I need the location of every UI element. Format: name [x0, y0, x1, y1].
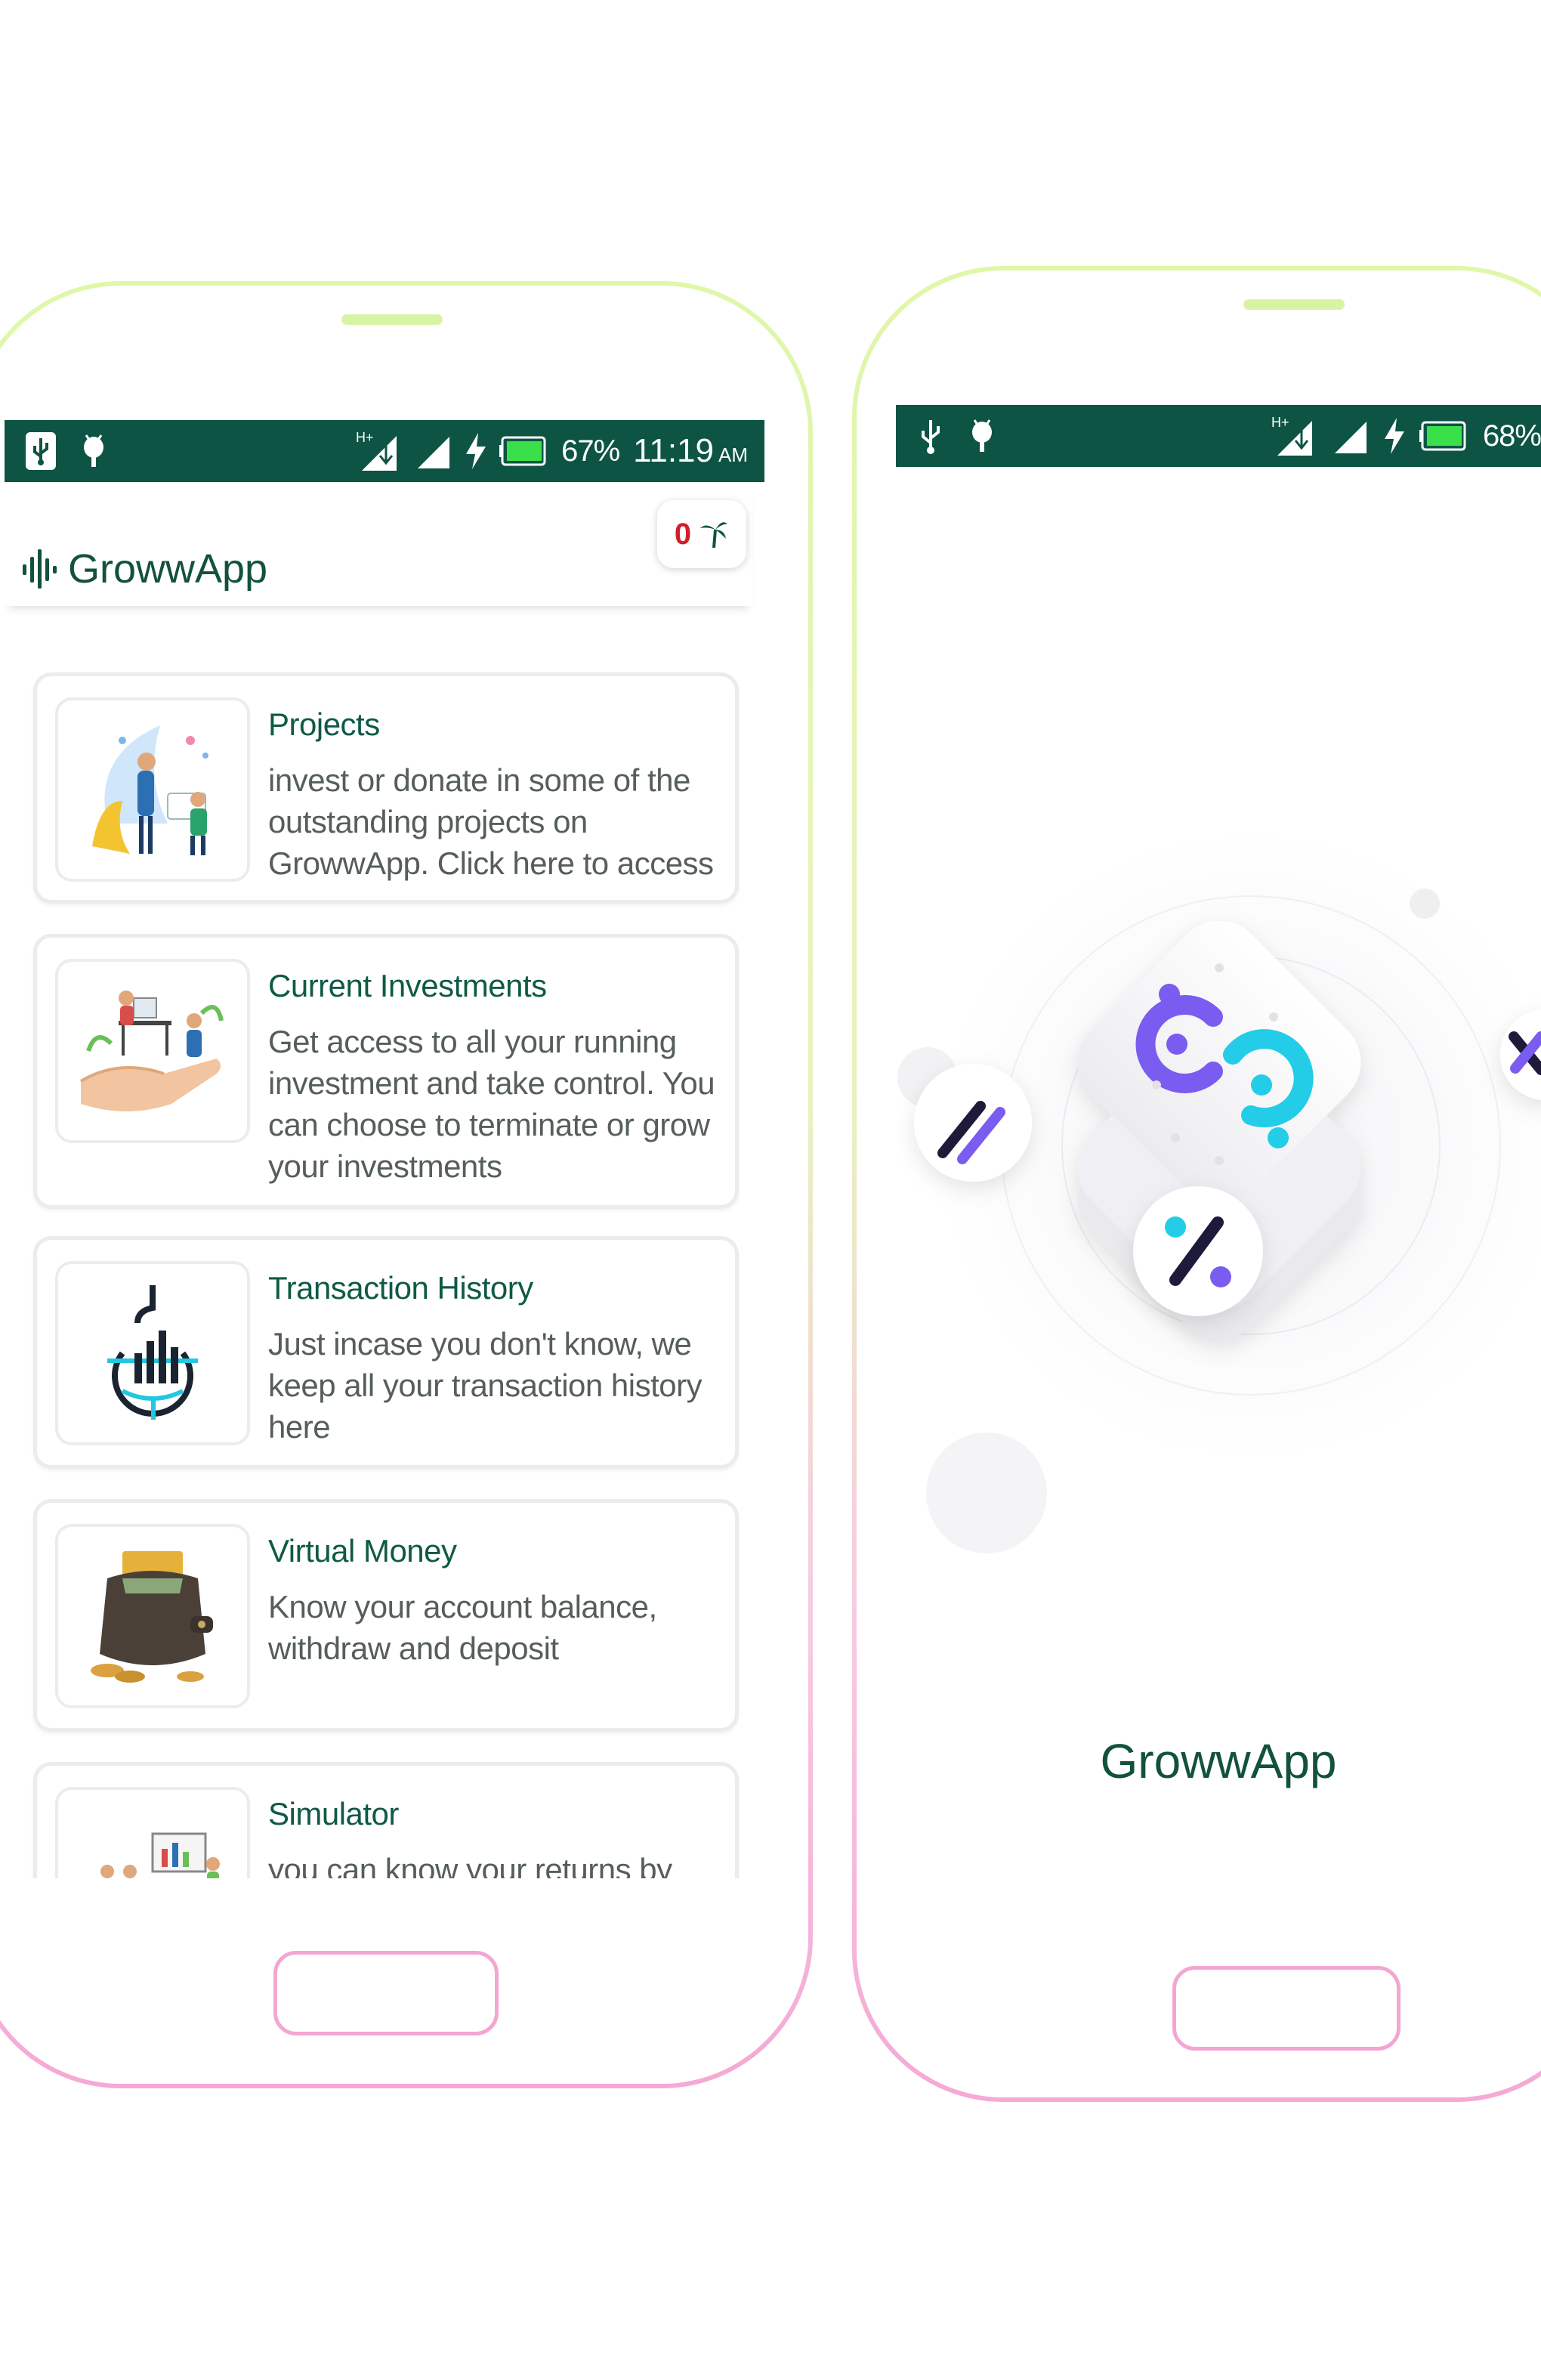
menu-card-transaction-history[interactable]: Transaction History Just incase you don'…: [33, 1236, 739, 1469]
card-description: Just incase you don't know, we keep all …: [268, 1326, 703, 1445]
equals-slash-icon: [914, 1064, 1032, 1182]
usb-icon: [919, 417, 943, 455]
cell-signal-icon: [1332, 417, 1370, 455]
app-brand[interactable]: GrowwApp: [21, 546, 267, 592]
right-phone-speaker: [1243, 299, 1345, 310]
battery-icon: [499, 436, 548, 466]
card-title: Current Investments: [268, 968, 547, 1003]
card-text-simulator: Simulator you can know your returns by: [268, 1796, 721, 1878]
people-working-illustration: [55, 697, 250, 882]
battery-icon: [1419, 421, 1468, 451]
charging-bolt-icon: [1384, 418, 1404, 454]
growwapp-logo-icon: [21, 546, 59, 592]
status-bar: H+ 68%: [896, 405, 1541, 467]
wallet-cash-illustration: [55, 1524, 250, 1708]
battery-percentage: 68%: [1482, 419, 1541, 453]
mobile-data-signal-icon: H+: [1271, 415, 1317, 457]
notification-button[interactable]: 0: [657, 500, 746, 568]
card-title: Projects: [268, 706, 380, 742]
clock-time: 11:19: [633, 432, 714, 469]
card-description: Get access to all your running investmen…: [268, 1024, 715, 1184]
card-text-transaction-history: Transaction History Just incase you don'…: [268, 1270, 721, 1448]
left-phone-home-button[interactable]: [273, 1951, 499, 2035]
network-type-text: H+: [1271, 415, 1289, 430]
network-type-text: H+: [356, 430, 374, 445]
menu-card-projects[interactable]: Projects invest or donate in some of the…: [33, 672, 739, 904]
card-text-virtual-money: Virtual Money Know your account balance,…: [268, 1533, 721, 1669]
android-bug-icon: [80, 432, 107, 470]
cell-signal-icon: [415, 432, 452, 470]
card-text-current-investments: Current Investments Get access to all yo…: [268, 968, 721, 1187]
bar-chart-history-icon: [55, 1261, 250, 1445]
card-description: invest or donate in some of the outstand…: [268, 762, 714, 881]
usb-icon: [24, 431, 57, 471]
app-bar: GrowwApp 0: [5, 482, 752, 606]
card-description: you can know your returns by: [268, 1852, 672, 1878]
charging-bolt-icon: [466, 433, 486, 469]
app-title: GrowwApp: [68, 546, 268, 592]
android-bug-icon: [968, 417, 996, 455]
right-phone-home-button[interactable]: [1172, 1966, 1400, 2051]
menu-card-current-investments[interactable]: Current Investments Get access to all yo…: [33, 934, 739, 1209]
card-title: Virtual Money: [268, 1533, 457, 1569]
splash-title: GrowwApp: [1100, 1734, 1337, 1788]
clock-ampm: AM: [718, 444, 748, 466]
right-phone-screen: H+ 68% GrowwApp: [896, 405, 1541, 1924]
left-phone-screen: H+ 67% 11:19 AM GrowwApp 0 Projects inve…: [5, 420, 764, 1878]
card-title: Transaction History: [268, 1270, 533, 1306]
battery-percentage: 67%: [561, 434, 620, 468]
palm-tree-icon: [699, 519, 729, 549]
presentation-illustration: [55, 1787, 250, 1878]
decor-dot: [926, 1433, 1047, 1553]
card-text-projects: Projects invest or donate in some of the…: [268, 706, 721, 884]
menu-card-simulator[interactable]: Simulator you can know your returns by: [33, 1762, 739, 1878]
card-description: Know your account balance, withdraw and …: [268, 1589, 657, 1666]
percent-icon: [1133, 1186, 1263, 1316]
left-phone-speaker: [341, 314, 443, 325]
card-title: Simulator: [268, 1796, 399, 1831]
status-bar: H+ 67% 11:19 AM: [5, 420, 764, 482]
status-clock: 11:19 AM: [633, 432, 748, 470]
splash-illustration: [897, 828, 1541, 1553]
notification-count: 0: [674, 517, 692, 551]
menu-card-virtual-money[interactable]: Virtual Money Know your account balance,…: [33, 1499, 739, 1732]
decor-dot: [1410, 889, 1440, 919]
mobile-data-signal-icon: H+: [356, 430, 401, 472]
hand-holding-business-illustration: [55, 959, 250, 1143]
